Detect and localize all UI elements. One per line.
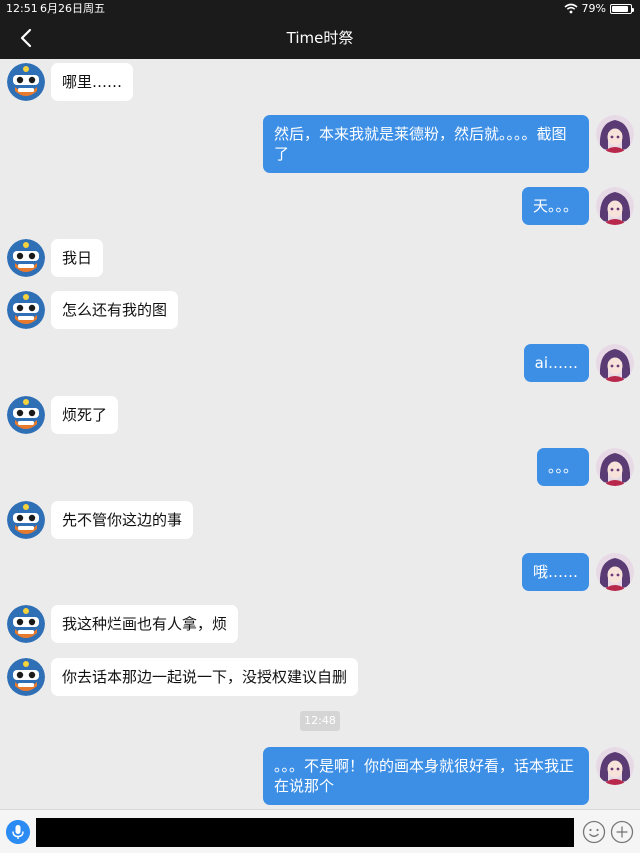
message-timestamp: 12:48 (300, 711, 340, 731)
plus-icon[interactable] (610, 820, 634, 844)
contact-avatar[interactable] (7, 658, 45, 696)
message-bubble[interactable]: 哪里…… (51, 63, 134, 101)
contact-avatar[interactable] (7, 63, 45, 101)
battery-icon (610, 3, 634, 14)
user-avatar[interactable] (596, 115, 634, 153)
wifi-icon (564, 3, 578, 14)
message-input[interactable] (36, 818, 574, 847)
status-time: 12:51 (6, 2, 38, 15)
battery-level (612, 5, 628, 12)
message-bubble[interactable]: 。。。不是啊！你的画本身就很好看，话本我正在说那个 (263, 747, 589, 805)
status-bar: 12:51 6月26日周五 79% (0, 0, 640, 17)
contact-avatar[interactable] (7, 291, 45, 329)
message-bubble[interactable]: 先不管你这边的事 (51, 501, 194, 539)
input-bar (0, 809, 640, 853)
user-avatar[interactable] (596, 344, 634, 382)
user-avatar[interactable] (596, 553, 634, 591)
message-bubble[interactable]: 你去话本那边一起说一下，没授权建议自删 (51, 658, 359, 696)
message-bubble[interactable]: 。。。 (536, 448, 589, 486)
chat-header: Time时祭 (0, 17, 640, 59)
message-bubble[interactable]: 烦死了 (51, 396, 119, 434)
user-avatar[interactable] (596, 187, 634, 225)
contact-avatar[interactable] (7, 396, 45, 434)
microphone-icon[interactable] (6, 820, 30, 844)
message-bubble[interactable]: ai…… (523, 344, 589, 382)
contact-avatar[interactable] (7, 239, 45, 277)
status-date: 6月26日周五 (40, 2, 105, 15)
message-bubble[interactable]: 天。。。 (521, 187, 589, 225)
message-bubble[interactable]: 我日 (51, 239, 104, 277)
message-bubble[interactable]: 哦…… (521, 553, 589, 591)
user-avatar[interactable] (596, 448, 634, 486)
contact-avatar[interactable] (7, 501, 45, 539)
user-avatar[interactable] (596, 747, 634, 785)
contact-avatar[interactable] (7, 605, 45, 643)
message-list[interactable]: 哪里…… 然后，本来我就是莱德粉，然后就。。。。截图了 天。。。 我日 怎么还有… (0, 59, 640, 809)
battery-percent: 79% (581, 2, 606, 15)
status-right: 79% (564, 0, 634, 17)
message-bubble[interactable]: 然后，本来我就是莱德粉，然后就。。。。截图了 (263, 115, 589, 173)
message-bubble[interactable]: 怎么还有我的图 (51, 291, 179, 329)
chat-title: Time时祭 (286, 29, 354, 47)
message-bubble[interactable]: 我这种烂画也有人拿，烦 (51, 605, 239, 643)
smiley-icon[interactable] (582, 820, 606, 844)
